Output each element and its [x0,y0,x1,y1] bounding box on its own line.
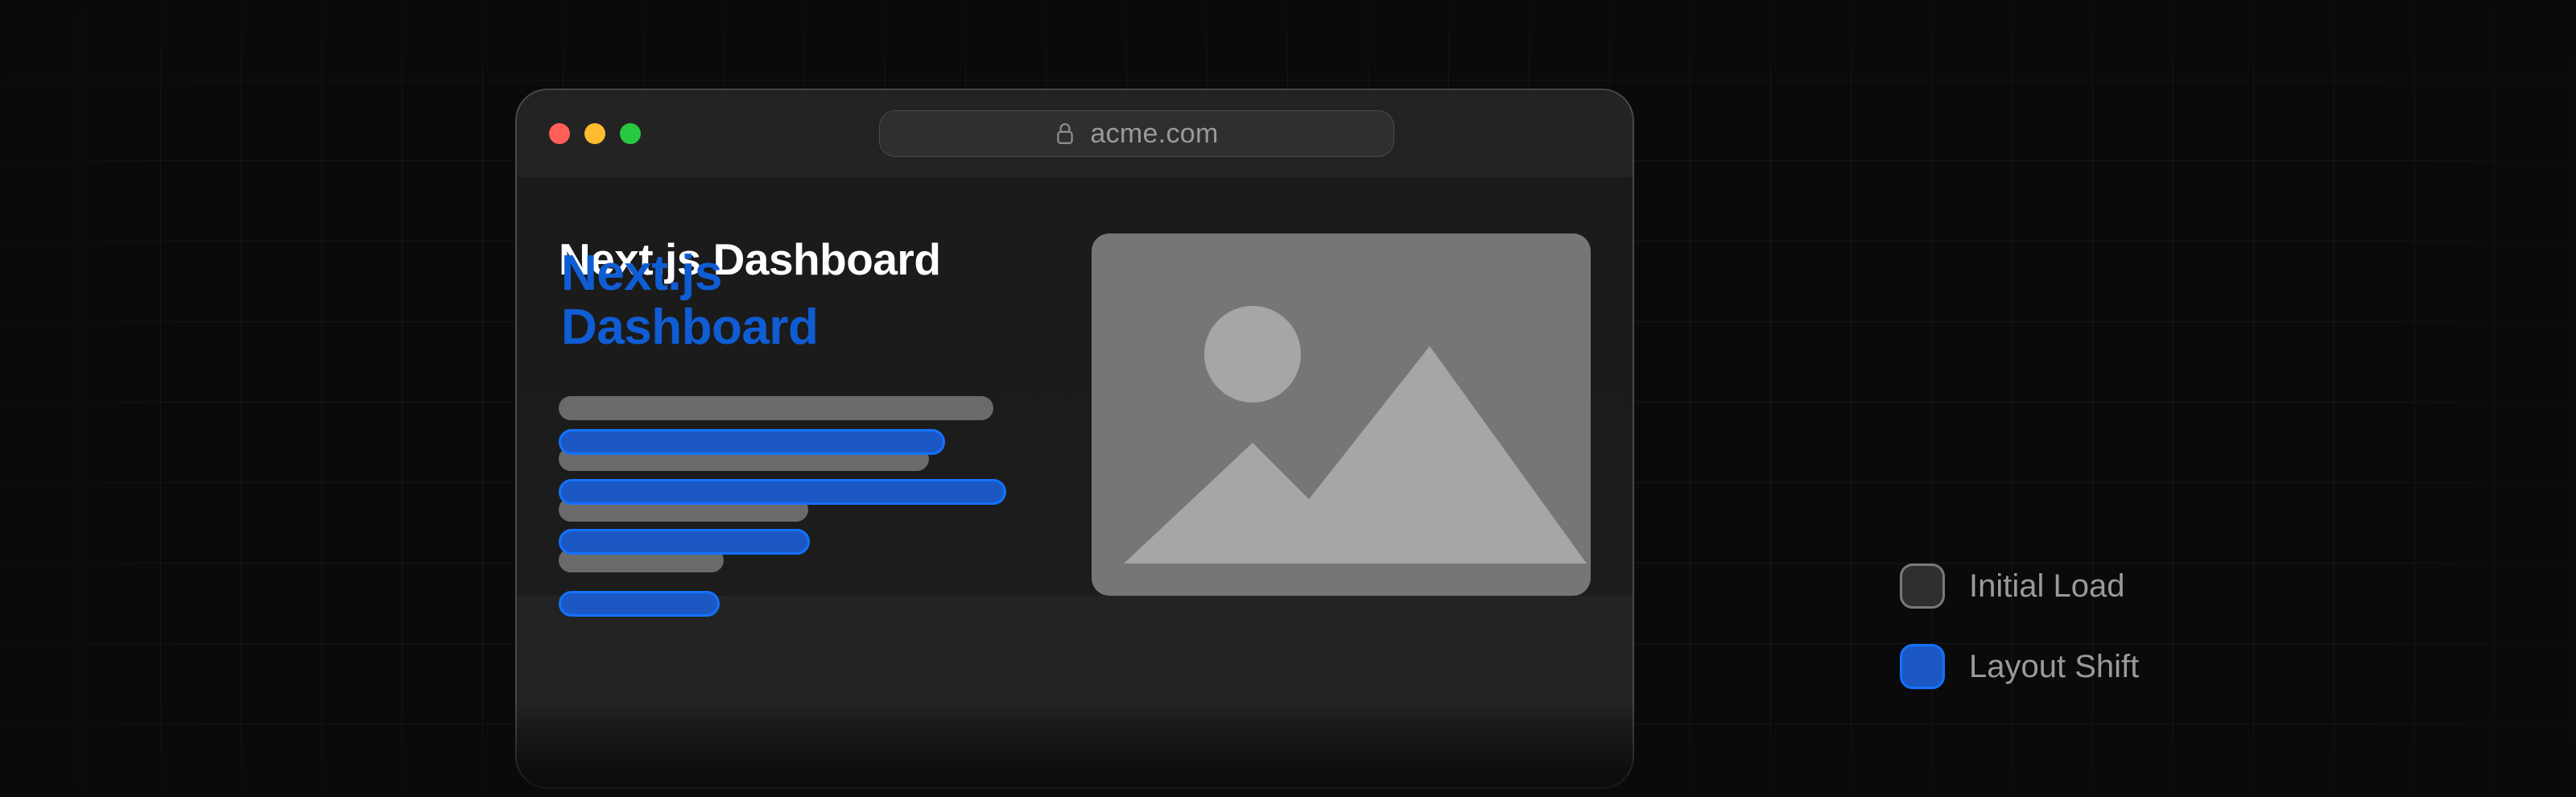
legend-swatch-initial [1900,564,1945,609]
browser-window: acme.com Next.js Dashboard Next.js Dashb… [515,89,1634,789]
address-url: acme.com [1090,118,1218,150]
skeleton-bar [559,429,945,455]
skeleton-bar [559,529,810,555]
legend: Initial Load Layout Shift [1900,564,2139,689]
window-controls [549,123,641,144]
skeleton-bar [559,591,720,617]
address-bar[interactable]: acme.com [879,110,1394,157]
legend-swatch-shift [1900,644,1945,689]
page-title-overlay: Next.js Dashboard Next.js Dashboard [559,233,1047,370]
legend-layout-shift: Layout Shift [1900,644,2139,689]
page-left-column: Next.js Dashboard Next.js Dashboard [559,233,1047,596]
skeleton-bar [559,396,993,420]
page-title-shifted: Next.js Dashboard [561,247,818,355]
image-placeholder [1092,233,1591,596]
legend-initial-load: Initial Load [1900,564,2139,609]
skeleton-bar [559,479,1006,505]
close-icon[interactable] [549,123,570,144]
maximize-icon[interactable] [620,123,641,144]
lock-icon [1055,122,1075,146]
legend-label: Initial Load [1969,568,2124,605]
legend-label: Layout Shift [1969,649,2139,685]
skeleton-shifted [559,429,1006,641]
browser-chrome: acme.com [517,90,1633,177]
minimize-icon[interactable] [584,123,605,144]
window-bottom-fade [517,707,1633,787]
page-body: Next.js Dashboard Next.js Dashboard [517,177,1633,596]
